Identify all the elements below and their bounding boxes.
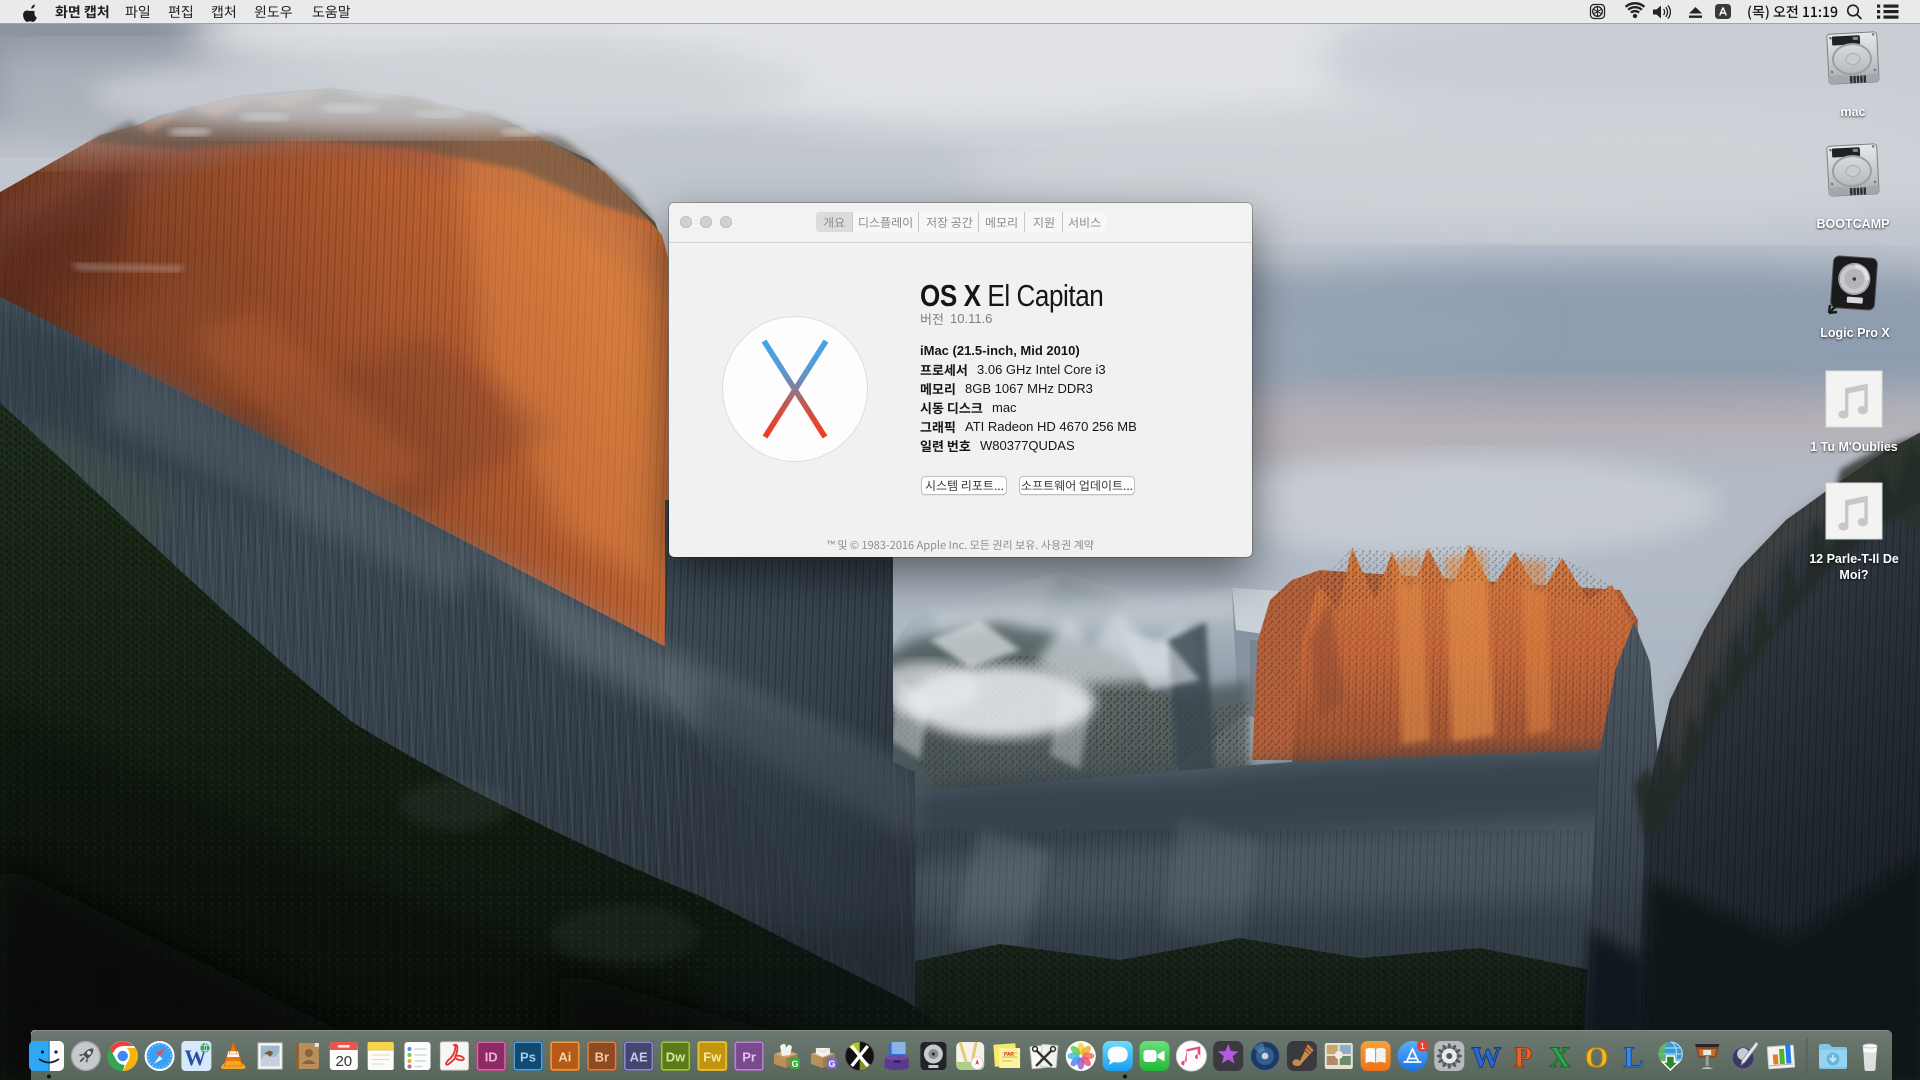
svg-text:Dw: Dw [666, 1050, 686, 1065]
svg-text:P: P [1514, 1041, 1532, 1074]
svg-text:G: G [791, 1059, 798, 1069]
svg-text:PAR: PAR [1004, 1052, 1014, 1058]
svg-text:L: L [1623, 1041, 1643, 1074]
svg-text:AE: AE [630, 1050, 648, 1065]
svg-text:O: O [1585, 1041, 1608, 1074]
svg-text:1: 1 [1420, 1041, 1425, 1051]
svg-text:Fw: Fw [703, 1050, 722, 1065]
svg-text:Ps: Ps [520, 1050, 536, 1065]
svg-text:G: G [828, 1059, 835, 1069]
svg-text:Pr: Pr [742, 1050, 756, 1065]
svg-text:W: W [1471, 1041, 1501, 1074]
svg-text:ID: ID [485, 1050, 498, 1065]
svg-text:X: X [1549, 1041, 1571, 1074]
svg-text:Br: Br [595, 1050, 609, 1065]
svg-text:Ai: Ai [558, 1050, 571, 1065]
svg-text:20: 20 [335, 1053, 352, 1070]
